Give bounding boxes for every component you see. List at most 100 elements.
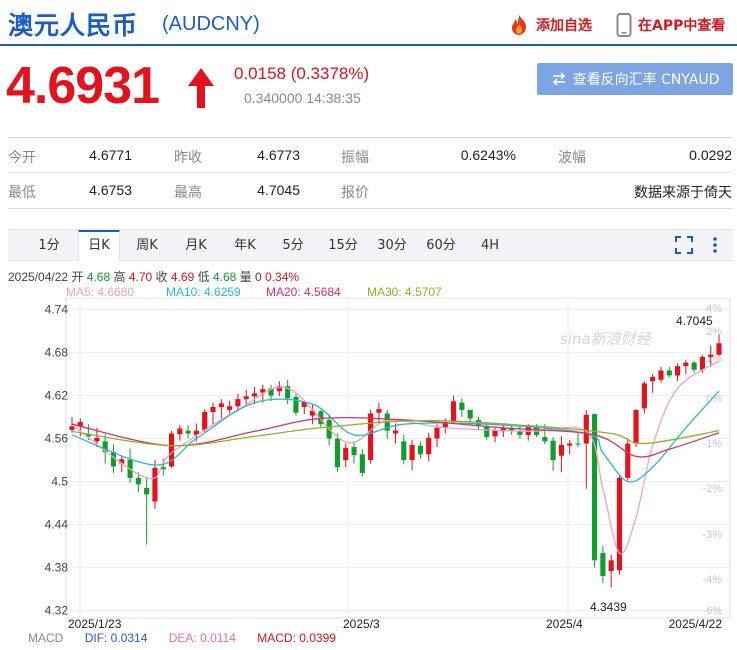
ma20-label: MA20: 4.5684 bbox=[266, 285, 341, 299]
candle-body bbox=[575, 443, 581, 445]
candle-body bbox=[641, 383, 647, 409]
candle-body bbox=[426, 437, 432, 455]
candle-body bbox=[152, 467, 158, 502]
change-percent: 0.34% bbox=[265, 270, 300, 284]
macd-value-label: MACD: 0.0399 bbox=[257, 631, 336, 645]
high-value: 4.70 bbox=[128, 270, 153, 284]
candle-body bbox=[492, 430, 498, 437]
add-favorite-button[interactable]: 添加自选 bbox=[508, 14, 592, 36]
y-tick-label: 4.32 bbox=[45, 603, 69, 617]
candle-body bbox=[616, 477, 623, 571]
low-label: 低 bbox=[197, 270, 210, 284]
stat-label-open: 今开 bbox=[8, 150, 36, 166]
candle-body bbox=[542, 437, 548, 442]
tab-30min[interactable]: 30分 bbox=[371, 230, 413, 261]
candle-body bbox=[351, 447, 357, 455]
volume-label: 量 bbox=[239, 270, 252, 284]
candle-body bbox=[683, 362, 689, 367]
candle-body bbox=[392, 430, 399, 434]
stats-table: 今开 4.6771 昨收 4.6773 振幅 0.6243% 波幅 0.0292… bbox=[8, 137, 733, 209]
sina-watermark: sina新浪财经 bbox=[560, 330, 653, 348]
candle-body bbox=[691, 362, 697, 370]
flame-icon bbox=[512, 15, 526, 35]
tab-1min[interactable]: 1分 bbox=[28, 230, 70, 261]
tab-daily-k[interactable]: 日K bbox=[78, 230, 120, 262]
data-source-note: 数据来源于倚天 bbox=[634, 184, 732, 200]
candle-date: 2025/04/22 bbox=[8, 270, 69, 284]
candle-body bbox=[625, 443, 631, 478]
candle-body bbox=[633, 409, 639, 444]
open-label: 开 bbox=[71, 270, 84, 284]
dea-label: DEA: 0.0114 bbox=[168, 631, 236, 645]
candle-body bbox=[243, 396, 249, 400]
ma5-label: MA5: 4.6680 bbox=[66, 285, 135, 299]
close-value: 4.69 bbox=[170, 270, 195, 284]
quote-timestamp: 0.340000 14:38:35 bbox=[244, 90, 361, 106]
kline-chart[interactable]: 4.744.684.624.564.54.444.384.324%2%1%0%-… bbox=[0, 298, 737, 630]
more-vertical-icon[interactable] bbox=[708, 236, 722, 254]
candle-body bbox=[583, 414, 589, 444]
candle-body bbox=[484, 426, 490, 438]
candle-body bbox=[650, 376, 656, 382]
currency-code: (AUDCNY) bbox=[162, 13, 260, 35]
candle-body bbox=[218, 403, 224, 407]
macd-legend: MACD DIF: 0.0314 DEA: 0.0114 MACD: 0.039… bbox=[28, 631, 354, 645]
macd-title: MACD bbox=[28, 631, 64, 645]
candle-body bbox=[135, 477, 141, 485]
candle-body bbox=[210, 406, 216, 413]
candle-body bbox=[699, 356, 706, 370]
candle-body bbox=[185, 430, 191, 434]
stat-label-amplitude: 振幅 bbox=[341, 150, 369, 166]
open-in-app-label: 在APP中查看 bbox=[638, 18, 726, 34]
tab-5min[interactable]: 5分 bbox=[272, 230, 314, 261]
stat-label-low: 最低 bbox=[8, 185, 36, 201]
stat-value-high: 4.7045 bbox=[257, 182, 300, 198]
tab-yearly-k[interactable]: 年K bbox=[224, 230, 266, 261]
y-tick-label: 4.68 bbox=[45, 346, 69, 360]
stat-value-open: 4.6771 bbox=[89, 147, 132, 163]
current-price: 4.6931 bbox=[6, 57, 160, 115]
stat-label-range: 波幅 bbox=[558, 150, 586, 166]
ma10-label: MA10: 4.6259 bbox=[166, 285, 241, 299]
candle-body bbox=[517, 431, 523, 435]
low-value: 4.68 bbox=[212, 270, 237, 284]
stats-row: 最低 4.6753 最高 4.7045 报价 数据来源于倚天 bbox=[8, 173, 733, 208]
y-tick-label: 4.74 bbox=[45, 303, 69, 317]
stat-value-prev-close: 4.6773 bbox=[257, 147, 300, 163]
candle-body bbox=[368, 413, 374, 460]
tab-4h[interactable]: 4H bbox=[469, 230, 511, 261]
candle-info-line: 2025/04/22 开 4.68 高 4.70 收 4.69 低 4.68 量… bbox=[8, 268, 299, 285]
open-in-app-button[interactable]: 在APP中查看 bbox=[616, 12, 725, 38]
reverse-rate-label: 查看反向汇率 CNYAUD bbox=[572, 72, 720, 88]
candle-body bbox=[716, 343, 722, 355]
stats-row: 今开 4.6771 昨收 4.6773 振幅 0.6243% 波幅 0.0292 bbox=[8, 138, 733, 173]
stat-label-prev-close: 昨收 bbox=[174, 150, 202, 166]
y-tick-label: 4.62 bbox=[45, 389, 69, 403]
period-tabs: 1分 日K 周K 月K 年K 5分 15分 30分 60分 4H bbox=[8, 229, 733, 262]
candle-body bbox=[235, 399, 241, 407]
candle-body bbox=[376, 409, 382, 413]
y-tick-label: 4.56 bbox=[45, 432, 69, 446]
candle-body bbox=[467, 409, 473, 419]
tab-15min[interactable]: 15分 bbox=[322, 230, 364, 261]
dif-label: DIF: 0.0314 bbox=[84, 631, 148, 645]
reverse-rate-button[interactable]: 查看反向汇率 CNYAUD bbox=[537, 63, 733, 95]
y-tick-label: 4.38 bbox=[45, 560, 69, 574]
candle-body bbox=[600, 553, 606, 577]
pct-tick-label: -3% bbox=[702, 529, 722, 541]
candle-body bbox=[202, 412, 208, 430]
fullscreen-icon[interactable] bbox=[675, 236, 693, 254]
title-bar: 澳元人民币 (AUDCNY) 添加自选 在APP中查看 bbox=[0, 0, 737, 46]
tab-monthly-k[interactable]: 月K bbox=[175, 230, 217, 261]
candle-body bbox=[144, 487, 150, 495]
pct-tick-label: -6% bbox=[702, 605, 722, 617]
candle-body bbox=[674, 366, 681, 376]
stat-value-low: 4.6753 bbox=[89, 182, 132, 198]
ma30-label: MA30: 4.5707 bbox=[367, 285, 442, 299]
candle-body bbox=[343, 447, 349, 460]
candle-body bbox=[608, 560, 614, 572]
pct-tick-label: -2% bbox=[702, 483, 722, 495]
tab-60min[interactable]: 60分 bbox=[420, 230, 462, 261]
stat-label-quote: 报价 bbox=[341, 185, 369, 201]
tab-weekly-k[interactable]: 周K bbox=[126, 230, 168, 261]
